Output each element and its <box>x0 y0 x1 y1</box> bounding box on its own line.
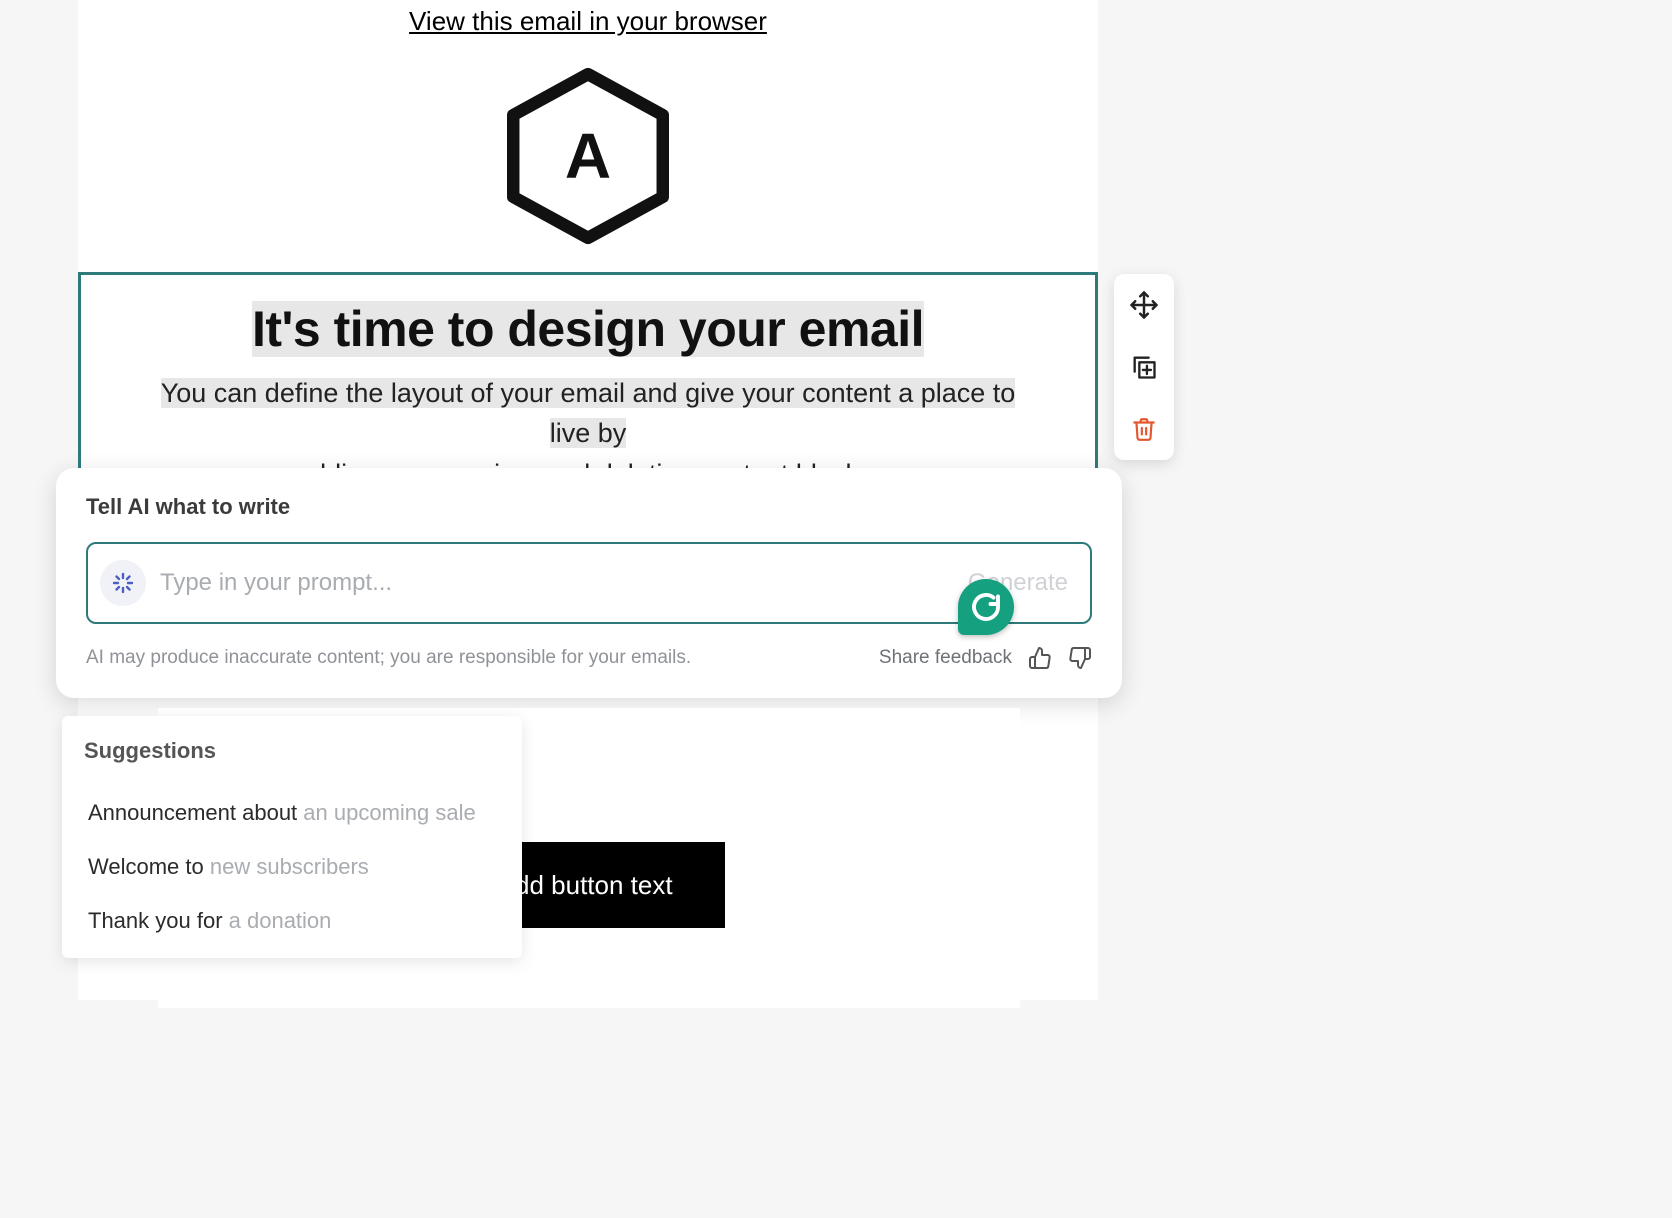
ai-footer: AI may produce inaccurate content; you a… <box>86 646 1092 670</box>
feedback-group: Share feedback <box>879 646 1092 670</box>
suggestion-prefix: Announcement about <box>88 800 303 825</box>
ai-sparkle-icon <box>100 560 146 606</box>
share-feedback-link[interactable]: Share feedback <box>879 647 1012 669</box>
thumbs-down-icon <box>1068 646 1092 670</box>
suggestion-hint: an upcoming sale <box>303 800 475 825</box>
hexagon-logo-icon: A <box>499 67 677 245</box>
delete-block-button[interactable] <box>1127 412 1161 446</box>
thumbs-down-button[interactable] <box>1068 646 1092 670</box>
grammarly-icon <box>968 589 1004 625</box>
move-block-button[interactable] <box>1127 288 1161 322</box>
suggestion-item-2[interactable]: Thank you for a donation <box>84 894 500 948</box>
suggestion-item-1[interactable]: Welcome to new subscribers <box>84 840 500 894</box>
view-in-browser-wrap: View this email in your browser <box>78 0 1098 37</box>
prompt-box: Generate <box>86 542 1092 624</box>
block-toolbar <box>1114 274 1174 460</box>
cta-button-block[interactable]: dd button text <box>509 842 725 928</box>
move-icon <box>1129 290 1159 320</box>
headline-text[interactable]: It's time to design your email <box>252 301 924 357</box>
duplicate-icon <box>1130 353 1158 381</box>
thumbs-up-icon <box>1028 646 1052 670</box>
trash-icon <box>1131 416 1157 442</box>
grammarly-badge[interactable] <box>958 579 1014 635</box>
logo-letter: A <box>499 67 677 245</box>
suggestion-hint: new subscribers <box>210 854 369 879</box>
subhead-line1: You can define the layout of your email … <box>161 378 1016 449</box>
thumbs-up-button[interactable] <box>1028 646 1052 670</box>
ai-prompt-input[interactable] <box>160 569 968 597</box>
suggestion-hint: a donation <box>229 908 332 933</box>
ai-prompt-panel: Tell AI what to write Generate AI may pr… <box>56 468 1122 698</box>
suggestion-prefix: Welcome to <box>88 854 210 879</box>
suggestions-popover: Suggestions Announcement about an upcomi… <box>62 716 522 958</box>
ai-panel-title: Tell AI what to write <box>86 494 1092 520</box>
logo-block[interactable]: A <box>78 67 1098 245</box>
suggestion-item-0[interactable]: Announcement about an upcoming sale <box>84 786 500 840</box>
view-in-browser-link[interactable]: View this email in your browser <box>409 6 767 36</box>
duplicate-block-button[interactable] <box>1127 350 1161 384</box>
ai-disclaimer: AI may produce inaccurate content; you a… <box>86 647 691 669</box>
suggestions-title: Suggestions <box>84 738 500 764</box>
suggestion-prefix: Thank you for <box>88 908 229 933</box>
